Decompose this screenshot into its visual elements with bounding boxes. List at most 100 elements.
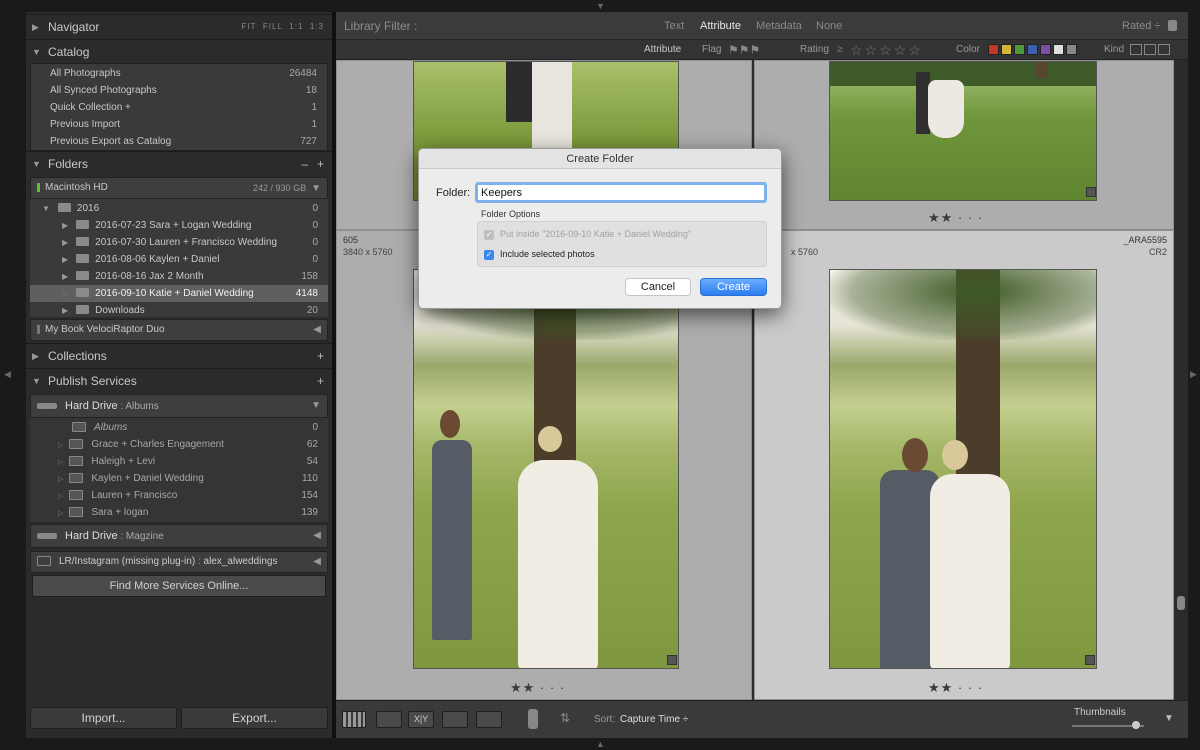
people-view-icon[interactable] xyxy=(476,711,502,728)
right-panel-toggle-icon[interactable]: ▶ xyxy=(1190,370,1197,379)
color-swatch-green[interactable] xyxy=(1014,44,1025,55)
folders-header[interactable]: ▼ Folders – + xyxy=(26,151,332,175)
filter-preset-select[interactable]: Rated ÷ xyxy=(1122,12,1160,40)
expand-triangle-icon[interactable]: ▷ xyxy=(58,476,63,483)
publish-services-header[interactable]: ▼ Publish Services + xyxy=(26,368,332,392)
service-expand-icon[interactable]: ◀ xyxy=(313,525,321,547)
folder-item[interactable]: ▶ Downloads 20 xyxy=(30,302,328,319)
filter-tab-none[interactable]: None xyxy=(816,12,842,40)
sort-direction-icon[interactable]: ⇅ xyxy=(560,711,570,725)
add-folder-button[interactable]: + xyxy=(317,152,324,176)
cancel-button[interactable]: Cancel xyxy=(625,278,691,296)
include-selected-checkbox[interactable]: ✓ xyxy=(484,250,494,260)
collapse-triangle-icon[interactable]: ▼ xyxy=(32,152,41,176)
catalog-item[interactable]: Quick Collection + 1 xyxy=(31,99,327,116)
kind-master-icon[interactable] xyxy=(1130,44,1142,55)
survey-view-icon[interactable] xyxy=(442,711,468,728)
import-button[interactable]: Import... xyxy=(30,707,177,729)
publish-service-instagram[interactable]: LR/Instagram (missing plug-in) : alex_al… xyxy=(30,551,328,573)
expand-triangle-icon[interactable]: ▷ xyxy=(58,442,63,449)
rating-stars-icon[interactable]: ☆☆☆☆☆ xyxy=(850,40,923,60)
put-inside-checkbox[interactable]: ✓ xyxy=(484,230,494,240)
loupe-view-icon[interactable] xyxy=(376,711,402,728)
top-panel-toggle-icon[interactable]: ▼ xyxy=(596,2,605,11)
zoom-1-1[interactable]: 1:1 xyxy=(289,22,303,31)
add-collection-button[interactable]: + xyxy=(317,344,324,368)
add-publish-service-button[interactable]: + xyxy=(317,369,324,393)
expand-triangle-icon[interactable]: ▷ xyxy=(62,289,68,298)
collapse-triangle-icon[interactable]: ▼ xyxy=(32,369,41,393)
volume-external[interactable]: My Book VelociRaptor Duo ◀ xyxy=(30,319,328,341)
catalog-item[interactable]: Previous Export as Catalog 727 xyxy=(31,133,327,150)
publish-collection-item[interactable]: ▷ Sara + logan 139 xyxy=(30,504,328,521)
publish-collection-item[interactable]: Albums 0 xyxy=(30,419,328,436)
remove-folder-button[interactable]: – xyxy=(301,152,308,176)
rating-operator[interactable]: ≥ xyxy=(837,40,843,60)
volume-collapse-icon[interactable]: ▼ xyxy=(311,183,321,194)
folder-item[interactable]: ▶ 2016-08-16 Jax 2 Month 158 xyxy=(30,268,328,285)
folder-item[interactable]: ▶ 2016-08-06 Kaylen + Daniel 0 xyxy=(30,251,328,268)
metadata-badge-icon[interactable] xyxy=(667,655,677,665)
publish-collection-item[interactable]: ▷ Kaylen + Daniel Wedding 110 xyxy=(30,470,328,487)
grid-scrollbar[interactable] xyxy=(1174,60,1188,700)
filter-tab-attribute[interactable]: Attribute xyxy=(700,12,741,40)
publish-service-hard-drive-magzine[interactable]: Hard Drive : Magzine ◀ xyxy=(30,524,328,548)
publish-service-hard-drive-albums[interactable]: Hard Drive : Albums ▼ xyxy=(30,394,328,418)
scrollbar-thumb[interactable] xyxy=(1177,596,1185,610)
publish-collection-item[interactable]: ▷ Lauren + Francisco 154 xyxy=(30,487,328,504)
color-swatch-gray[interactable] xyxy=(1066,44,1077,55)
expand-triangle-icon[interactable]: ▶ xyxy=(32,15,39,39)
color-swatch-purple[interactable] xyxy=(1040,44,1051,55)
expand-triangle-icon[interactable]: ▷ xyxy=(58,493,63,500)
catalog-item[interactable]: All Photographs 26484 xyxy=(31,65,327,82)
metadata-badge-icon[interactable] xyxy=(1085,655,1095,665)
thumbnail-slider-thumb[interactable] xyxy=(1132,721,1140,729)
grid-cell[interactable] xyxy=(754,60,1174,230)
collapse-triangle-icon[interactable]: ▼ xyxy=(32,40,41,64)
zoom-fill[interactable]: FILL xyxy=(263,22,283,31)
photo-thumbnail[interactable] xyxy=(413,269,679,669)
expand-triangle-icon[interactable]: ▷ xyxy=(58,459,63,466)
folder-name-input[interactable] xyxy=(475,182,767,203)
catalog-item[interactable]: Previous Import 1 xyxy=(31,116,327,133)
folder-item-selected[interactable]: ▷ 2016-09-10 Katie + Daniel Wedding 4148 xyxy=(30,285,328,302)
grid-view-icon[interactable] xyxy=(342,711,366,728)
metadata-badge-icon[interactable] xyxy=(1086,187,1096,197)
collections-header[interactable]: ▶ Collections + xyxy=(26,343,332,367)
service-collapse-icon[interactable]: ▼ xyxy=(311,395,321,417)
compare-view-icon[interactable]: X|Y xyxy=(408,711,434,728)
color-swatch-yellow[interactable] xyxy=(1001,44,1012,55)
navigator-header[interactable]: ▶ Navigator FIT FILL 1:1 1:3 xyxy=(26,14,332,38)
catalog-header[interactable]: ▼ Catalog xyxy=(26,39,332,63)
cell-rating-stars[interactable]: ★★ · · · xyxy=(928,680,983,696)
find-more-services-button[interactable]: Find More Services Online... xyxy=(32,575,326,597)
color-swatch-blue[interactable] xyxy=(1027,44,1038,55)
export-button[interactable]: Export... xyxy=(181,707,328,729)
left-panel-toggle-icon[interactable]: ◀ xyxy=(4,370,11,379)
kind-video-icon[interactable] xyxy=(1158,44,1170,55)
color-swatch-red[interactable] xyxy=(988,44,999,55)
volume-expand-icon[interactable]: ◀ xyxy=(313,320,321,340)
painter-spray-can-icon[interactable] xyxy=(528,709,538,729)
expand-triangle-icon[interactable]: ▶ xyxy=(62,255,68,264)
kind-virtual-copy-icon[interactable] xyxy=(1144,44,1156,55)
collapse-triangle-icon[interactable]: ▼ xyxy=(42,204,50,213)
toolbar-options-icon[interactable]: ▼ xyxy=(1164,713,1174,724)
service-expand-icon[interactable]: ◀ xyxy=(313,552,321,572)
photo-thumbnail[interactable] xyxy=(829,269,1097,669)
filter-tab-metadata[interactable]: Metadata xyxy=(756,12,802,40)
expand-triangle-icon[interactable]: ▶ xyxy=(32,344,39,368)
volume-macintosh-hd[interactable]: Macintosh HD 242 / 930 GB ▼ xyxy=(30,177,328,199)
lock-icon[interactable] xyxy=(1168,20,1177,31)
bottom-panel-toggle-icon[interactable]: ▲ xyxy=(596,740,605,749)
publish-collection-item[interactable]: ▷ Haleigh + Levi 54 xyxy=(30,453,328,470)
create-button[interactable]: Create xyxy=(700,278,767,296)
color-swatch-white[interactable] xyxy=(1053,44,1064,55)
expand-triangle-icon[interactable]: ▷ xyxy=(58,510,63,517)
expand-triangle-icon[interactable]: ▶ xyxy=(62,221,68,230)
expand-triangle-icon[interactable]: ▶ xyxy=(62,306,68,315)
expand-triangle-icon[interactable]: ▶ xyxy=(62,272,68,281)
folder-item[interactable]: ▼ 2016 0 xyxy=(30,200,328,217)
zoom-1-3[interactable]: 1:3 xyxy=(310,22,324,31)
photo-thumbnail[interactable] xyxy=(829,61,1097,201)
